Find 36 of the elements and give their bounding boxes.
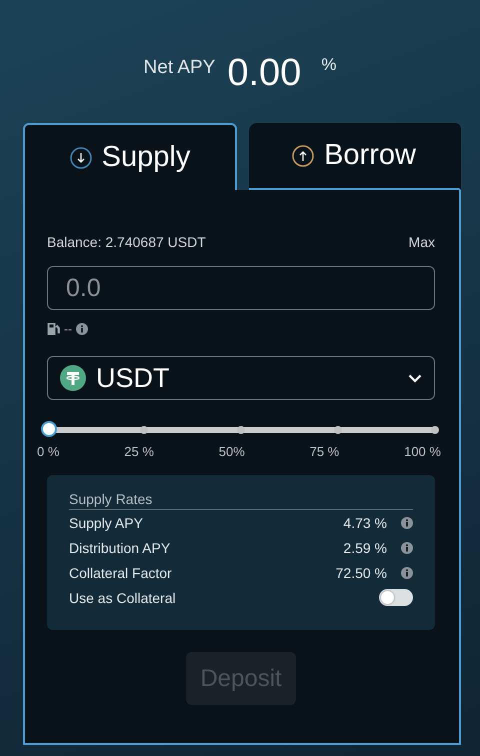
- rate-label: Use as Collateral: [69, 590, 177, 606]
- info-icon[interactable]: [401, 516, 413, 528]
- rate-label: Collateral Factor: [69, 564, 173, 580]
- max-button[interactable]: Max: [408, 234, 435, 250]
- info-icon[interactable]: [401, 542, 413, 554]
- rate-label: Distribution APY: [69, 540, 172, 556]
- slider-mark-label: 0 %: [37, 444, 60, 459]
- tab[interactable]: Supply: [23, 123, 237, 190]
- balance-text: Balance: 2.740687 USDT: [47, 234, 206, 250]
- slider-stop[interactable]: [334, 426, 342, 434]
- slider-stop[interactable]: [140, 426, 148, 434]
- slider-mark-label: 25 %: [124, 444, 154, 459]
- rate-value: 72.50 %: [336, 564, 387, 580]
- coin-icon: [60, 365, 86, 391]
- gas-value: --: [64, 322, 72, 336]
- slider-thumb[interactable]: [41, 421, 57, 437]
- rates-title: Supply Rates: [69, 491, 413, 510]
- slider-mark-label: 100 %: [404, 444, 441, 459]
- rate-value: 2.59 %: [343, 540, 387, 556]
- slider-mark-label: 75 %: [310, 444, 340, 459]
- percent-unit: %: [321, 55, 336, 75]
- rate-label: Supply APY: [69, 514, 144, 530]
- net-apy-label: Net APY: [144, 57, 216, 79]
- slider-mark-label: 50%: [218, 444, 245, 459]
- fuel-pump-icon: [47, 323, 60, 335]
- slider-stop[interactable]: [237, 426, 245, 434]
- tab[interactable]: Borrow: [249, 123, 461, 190]
- amount-field[interactable]: 0.0: [47, 266, 435, 310]
- chevron-down-icon: [408, 374, 422, 382]
- slider-stop[interactable]: [431, 426, 439, 434]
- net-apy-value: 0.00: [227, 52, 302, 95]
- info-icon[interactable]: [76, 323, 88, 335]
- collateral-toggle[interactable]: [379, 589, 413, 606]
- rate-value: 4.73 %: [343, 514, 387, 530]
- asset-dropdown[interactable]: USDT: [47, 356, 435, 400]
- info-icon[interactable]: [401, 566, 413, 578]
